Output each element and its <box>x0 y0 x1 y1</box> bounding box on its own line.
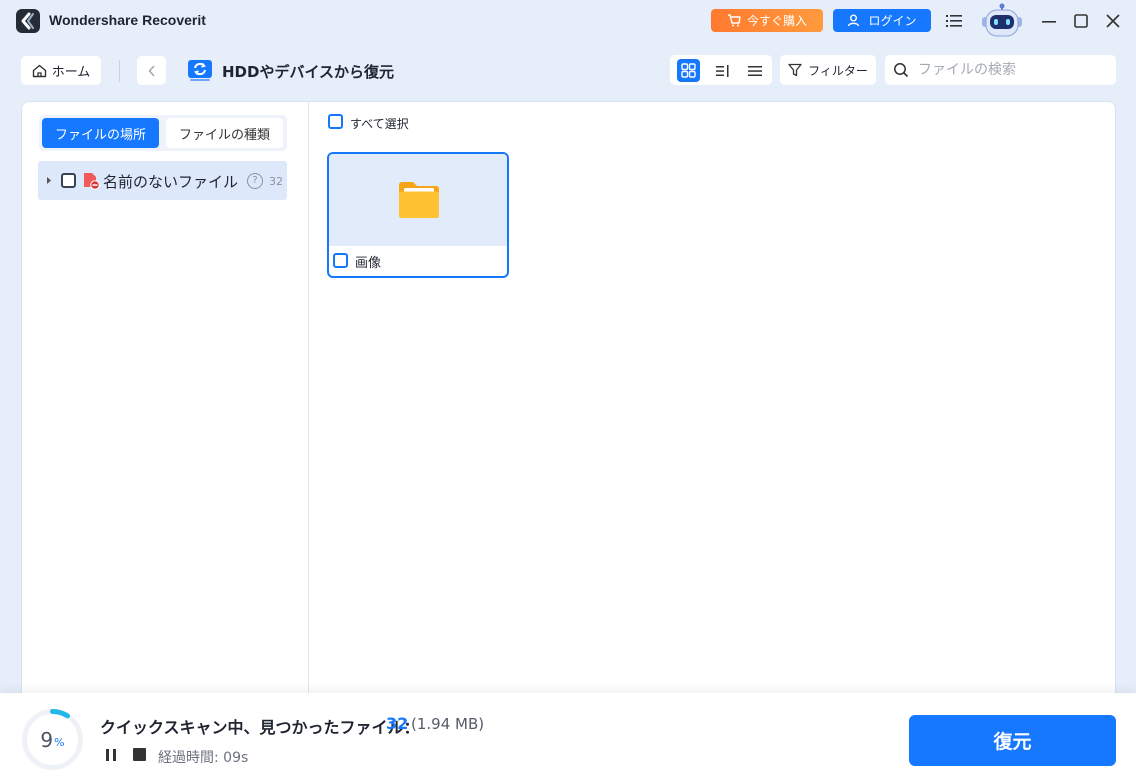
close-icon[interactable] <box>1104 12 1122 30</box>
app-title: Wondershare Recoverit <box>49 12 206 28</box>
elapsed-time: 経過時間: 09s <box>158 750 249 766</box>
help-icon[interactable]: ? <box>247 173 263 189</box>
tab-file-location[interactable]: ファイルの場所 <box>42 118 159 148</box>
select-all-checkbox[interactable] <box>328 114 343 129</box>
sidebar: ファイルの場所 ファイルの種類 名前のないファイル ? 32 <box>22 102 309 702</box>
cart-icon <box>727 14 741 27</box>
chevron-left-icon <box>147 64 155 77</box>
scan-status-text: クイックスキャン中、見つかったファイル： <box>100 718 420 737</box>
robot-assistant-icon[interactable] <box>978 2 1026 40</box>
tab-file-type[interactable]: ファイルの種類 <box>166 118 283 148</box>
detail-view-icon[interactable] <box>711 59 734 82</box>
search-box <box>885 55 1116 85</box>
hdd-recovery-icon <box>186 57 214 83</box>
lost-file-icon <box>84 173 100 190</box>
found-file-count: 32 <box>386 714 409 733</box>
folder-card-images[interactable]: 画像 <box>327 152 509 278</box>
grid-view-icon[interactable] <box>677 59 700 82</box>
progress-number: 9 <box>40 727 54 752</box>
progress-value: 9% <box>21 708 84 771</box>
title-bar: Wondershare Recoverit 今すぐ購入 ログイン <box>0 0 1136 42</box>
list-view-icon[interactable] <box>743 59 766 82</box>
progress-unit: % <box>54 736 65 749</box>
user-icon <box>848 14 860 27</box>
login-button[interactable]: ログイン <box>833 9 931 32</box>
page-title: HDDやデバイスから復元 <box>222 63 395 81</box>
filter-label: フィルター <box>808 63 868 78</box>
found-file-size: (1.94 MB) <box>411 715 485 733</box>
pause-icon[interactable] <box>104 748 118 762</box>
menu-icon[interactable] <box>945 12 963 30</box>
toolbar-divider <box>119 60 120 82</box>
tree-item-checkbox[interactable] <box>61 173 76 188</box>
home-button[interactable]: ホーム <box>21 56 101 85</box>
search-input[interactable] <box>918 60 1108 80</box>
buy-now-label: 今すぐ購入 <box>746 14 807 28</box>
select-all-label: すべて選択 <box>350 117 409 131</box>
main-panel: ファイルの場所 ファイルの種類 名前のないファイル ? 32 すべて選択 画像 <box>21 101 1116 702</box>
home-icon <box>32 64 46 77</box>
folder-icon <box>399 182 439 218</box>
folder-preview <box>329 154 507 246</box>
minimize-icon[interactable] <box>1040 12 1058 30</box>
back-button[interactable] <box>137 56 166 85</box>
login-label: ログイン <box>868 14 917 28</box>
sidebar-tabs: ファイルの場所 ファイルの種類 <box>39 115 287 151</box>
tree-item-count: 32 <box>269 175 283 188</box>
stop-icon[interactable] <box>133 748 146 761</box>
home-label: ホーム <box>51 65 91 80</box>
caret-right-icon[interactable] <box>45 176 53 185</box>
buy-now-button[interactable]: 今すぐ購入 <box>711 9 823 32</box>
view-mode-group <box>670 55 772 85</box>
maximize-icon[interactable] <box>1072 12 1090 30</box>
recover-button[interactable]: 復元 <box>909 715 1116 766</box>
filter-button[interactable]: フィルター <box>780 55 876 85</box>
status-bar: 9% クイックスキャン中、見つかったファイル： 32 (1.94 MB) 経過時… <box>0 693 1136 783</box>
folder-label: 画像 <box>355 256 382 271</box>
app-logo-icon <box>16 9 40 33</box>
tree-item-label: 名前のないファイル <box>103 173 239 191</box>
search-icon <box>894 63 909 78</box>
tree-item-unnamed-files[interactable]: 名前のないファイル ? 32 <box>38 161 287 200</box>
filter-icon <box>788 63 802 77</box>
folder-checkbox[interactable] <box>333 253 348 268</box>
